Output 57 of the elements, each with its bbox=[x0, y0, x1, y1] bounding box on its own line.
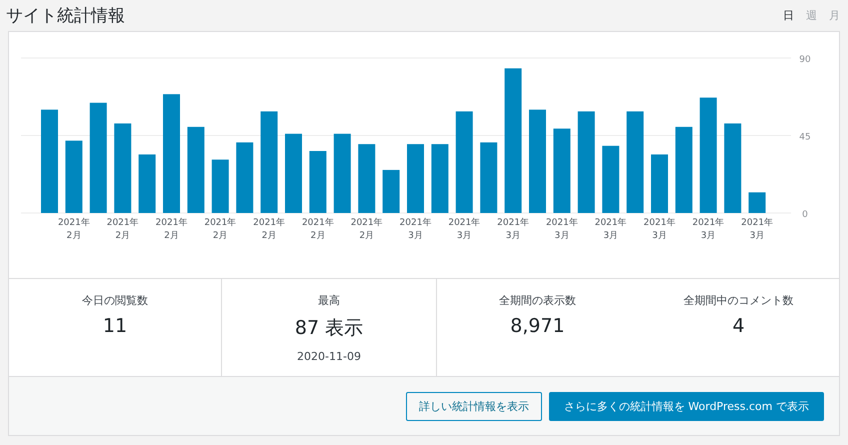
bar[interactable] bbox=[90, 102, 107, 213]
x-tick-label: 2021年 2月 bbox=[253, 218, 286, 241]
bar[interactable] bbox=[480, 142, 498, 213]
bar[interactable] bbox=[431, 144, 448, 213]
x-tick-label: 2021年 3月 bbox=[546, 218, 578, 241]
stat-value: 4 bbox=[732, 315, 745, 337]
stat-date: 2020-11-09 bbox=[297, 350, 361, 363]
x-tick-label: 2021年 3月 bbox=[741, 218, 774, 241]
x-tick-label: 2021年 3月 bbox=[448, 218, 480, 241]
period-tab[interactable]: 月 bbox=[829, 8, 840, 23]
bar[interactable] bbox=[236, 142, 254, 213]
y-tick-label: 0 bbox=[802, 210, 808, 220]
period-tab[interactable]: 日 bbox=[783, 8, 794, 23]
bar[interactable] bbox=[309, 151, 326, 213]
x-tick-label: 2021年 2月 bbox=[58, 218, 90, 241]
stat-label: 全期間中のコメント数 bbox=[684, 293, 794, 308]
x-tick-label: 2021年 2月 bbox=[156, 218, 188, 241]
stat-value: 87 表示 bbox=[294, 316, 364, 341]
x-tick-label: 2021年 3月 bbox=[497, 218, 530, 241]
stat-label: 今日の閲覧数 bbox=[82, 293, 148, 308]
bar[interactable] bbox=[724, 123, 742, 213]
bar[interactable] bbox=[65, 140, 82, 213]
x-tick-label: 2021年 2月 bbox=[204, 218, 236, 241]
y-tick-label: 45 bbox=[799, 132, 811, 142]
bar[interactable] bbox=[456, 111, 473, 213]
bar[interactable] bbox=[358, 144, 376, 213]
x-tick-label: 2021年 2月 bbox=[302, 218, 334, 241]
bar[interactable] bbox=[334, 134, 351, 213]
bar[interactable] bbox=[187, 126, 204, 213]
bar[interactable] bbox=[504, 68, 522, 213]
x-tick-label: 2021年 2月 bbox=[106, 218, 139, 241]
stat-value: 11 bbox=[102, 315, 128, 337]
bar[interactable] bbox=[578, 111, 595, 213]
x-tick-label: 2021年 3月 bbox=[594, 218, 627, 241]
bar[interactable] bbox=[260, 111, 278, 213]
bar[interactable] bbox=[382, 170, 400, 213]
bar[interactable] bbox=[553, 128, 570, 213]
bar[interactable] bbox=[602, 146, 620, 213]
x-tick-label: 2021年 2月 bbox=[350, 218, 383, 241]
bar[interactable] bbox=[138, 154, 156, 213]
bar[interactable] bbox=[114, 123, 132, 213]
stat-value: 8,971 bbox=[510, 315, 565, 337]
bar[interactable] bbox=[700, 98, 717, 213]
wordpress-stats-button[interactable]: さらに多くの統計情報を WordPress.com で表示 bbox=[548, 392, 824, 420]
bar[interactable] bbox=[626, 111, 644, 213]
stat-label: 全期間の表示数 bbox=[499, 293, 576, 308]
stat-label: 最高 bbox=[318, 293, 340, 308]
widget-title: サイト統計情報 bbox=[6, 5, 125, 27]
period-tab[interactable]: 週 bbox=[806, 8, 817, 23]
bar[interactable] bbox=[212, 160, 229, 213]
bar[interactable] bbox=[748, 192, 766, 213]
bar[interactable] bbox=[675, 126, 692, 213]
details-button[interactable]: 詳しい統計情報を表示 bbox=[406, 392, 542, 420]
x-tick-label: 2021年 3月 bbox=[692, 218, 724, 241]
x-tick-label: 2021年 3月 bbox=[644, 218, 676, 241]
x-tick-label: 2021年 3月 bbox=[400, 218, 432, 241]
y-tick-label: 90 bbox=[799, 55, 811, 65]
